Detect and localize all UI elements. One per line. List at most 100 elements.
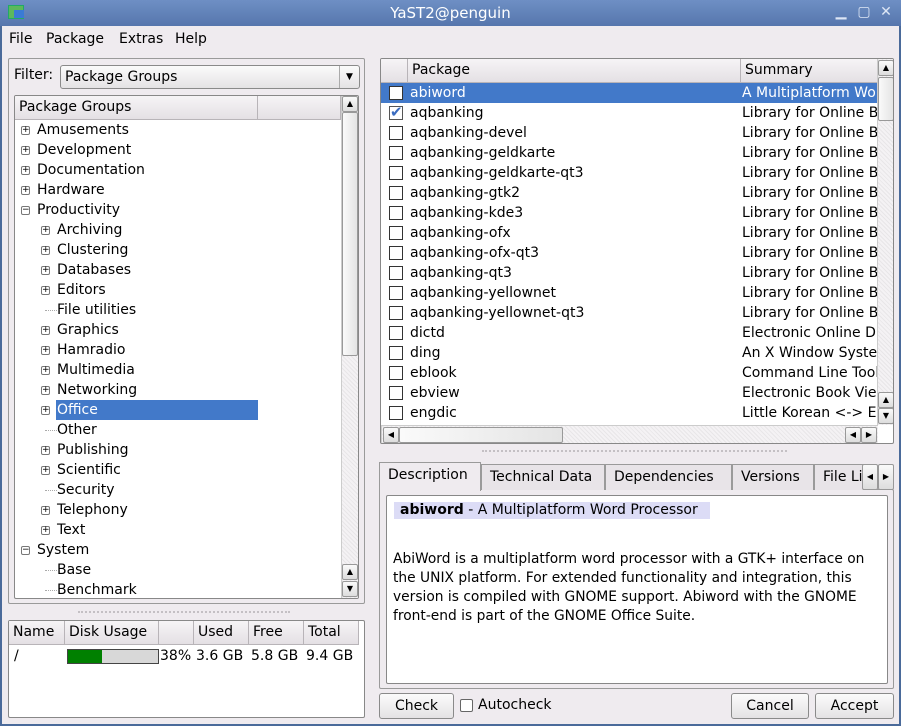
package-checkbox[interactable] <box>389 186 403 200</box>
package-checkbox[interactable] <box>389 206 403 220</box>
package-hscrollbar[interactable]: ◀ ◀ ▶ <box>381 425 878 443</box>
close-icon[interactable]: ✕ <box>878 4 894 20</box>
expand-icon[interactable]: + <box>41 406 50 415</box>
tree-item[interactable]: + Amusements <box>15 120 341 140</box>
expand-icon[interactable]: + <box>41 286 50 295</box>
cancel-button[interactable]: Cancel <box>731 693 809 719</box>
tree-item[interactable]: + Development <box>15 140 341 160</box>
package-row[interactable]: aqbanking-ofx-qt3 Library for Online Bank… <box>381 243 878 263</box>
package-checkbox[interactable] <box>389 286 403 300</box>
disk-col-used[interactable]: Used <box>194 621 249 645</box>
col-summary[interactable]: Summary <box>741 59 878 83</box>
tree-item[interactable]: + Networking <box>15 380 341 400</box>
menu-help[interactable]: Help <box>175 31 207 47</box>
tree-item[interactable]: + Telephony <box>15 500 341 520</box>
disk-col-total[interactable]: Total <box>304 621 359 645</box>
tree-item[interactable]: File utilities <box>15 300 341 320</box>
col-package[interactable]: Package <box>408 59 741 83</box>
tab-dependencies[interactable]: Dependencies <box>605 464 732 490</box>
package-row[interactable]: aqbanking-devel Library for Online Bankin… <box>381 123 878 143</box>
tree-item[interactable]: Base <box>15 560 341 580</box>
tree-item[interactable]: + Multimedia <box>15 360 341 380</box>
tree-item[interactable]: Other <box>15 420 341 440</box>
tree-item[interactable]: Security <box>15 480 341 500</box>
tab-file-list[interactable]: File List <box>814 464 864 490</box>
tree-scrollbar[interactable]: ▲ ▲ ▼ <box>341 96 358 598</box>
tree-item[interactable]: + Office <box>15 400 341 420</box>
check-button[interactable]: Check <box>379 693 454 719</box>
scroll-thumb[interactable] <box>878 77 893 121</box>
package-checkbox[interactable] <box>389 386 403 400</box>
expand-icon[interactable]: + <box>41 446 50 455</box>
disk-col-free[interactable]: Free <box>249 621 304 645</box>
disk-row[interactable]: / 38% 3.6 GB 5.8 GB 9.4 GB <box>9 646 364 666</box>
disk-col-name[interactable]: Name <box>9 621 65 645</box>
tree-item[interactable]: + Archiving <box>15 220 341 240</box>
collapse-icon[interactable]: − <box>21 546 30 555</box>
tab-technical-data[interactable]: Technical Data <box>481 464 605 490</box>
expand-icon[interactable]: + <box>41 366 50 375</box>
scroll-left-icon[interactable]: ◀ <box>383 427 399 443</box>
package-row[interactable]: aqbanking-ofx Library for Online Banking <box>381 223 878 243</box>
package-row[interactable]: aqbanking-geldkarte Library for Online Ba… <box>381 143 878 163</box>
tab-versions[interactable]: Versions <box>732 464 814 490</box>
tree-item[interactable]: + Text <box>15 520 341 540</box>
package-row[interactable]: aqbanking-kde3 Library for Online Banking <box>381 203 878 223</box>
scroll-down-icon[interactable]: ▼ <box>878 408 893 424</box>
expand-icon[interactable]: + <box>41 386 50 395</box>
package-row[interactable]: ding An X Window System <box>381 343 878 363</box>
scroll-left-icon[interactable]: ◀ <box>845 427 861 443</box>
expand-icon[interactable]: + <box>21 166 30 175</box>
scroll-thumb[interactable] <box>342 112 358 356</box>
tree-item[interactable]: + Scientific <box>15 460 341 480</box>
package-checkbox[interactable] <box>389 146 403 160</box>
tab-scroll-left-icon[interactable]: ◀ <box>862 464 878 490</box>
package-row[interactable]: aqbanking-yellownet Library for Online Ba… <box>381 283 878 303</box>
tree-item[interactable]: + Clustering <box>15 240 341 260</box>
collapse-icon[interactable]: − <box>21 206 30 215</box>
package-row[interactable]: aqbanking-gtk2 Library for Online Banking <box>381 183 878 203</box>
tree-item[interactable]: − System <box>15 540 341 560</box>
scroll-up-icon[interactable]: ▲ <box>878 60 893 76</box>
expand-icon[interactable]: + <box>21 146 30 155</box>
package-checkbox[interactable] <box>389 366 403 380</box>
autocheck-label[interactable]: Autocheck <box>478 697 552 713</box>
tree-item[interactable]: + Documentation <box>15 160 341 180</box>
filter-select[interactable]: Package Groups ▼ <box>60 65 360 89</box>
expand-icon[interactable]: + <box>41 266 50 275</box>
package-checkbox[interactable] <box>389 346 403 360</box>
tab-description[interactable]: Description <box>379 462 481 491</box>
expand-icon[interactable]: + <box>41 246 50 255</box>
package-row[interactable]: ✔ aqbanking Library for Online Banking <box>381 103 878 123</box>
menu-file[interactable]: File <box>9 31 32 47</box>
scroll-right-icon[interactable]: ▶ <box>861 427 877 443</box>
package-checkbox[interactable] <box>389 406 403 420</box>
expand-icon[interactable]: + <box>41 526 50 535</box>
expand-icon[interactable]: + <box>41 466 50 475</box>
autocheck-checkbox[interactable] <box>460 699 473 712</box>
package-checkbox[interactable] <box>389 266 403 280</box>
tab-scroll-right-icon[interactable]: ▶ <box>878 464 894 490</box>
tree-item[interactable]: + Publishing <box>15 440 341 460</box>
package-row[interactable]: aqbanking-qt3 Library for Online Banking <box>381 263 878 283</box>
expand-icon[interactable]: + <box>41 326 50 335</box>
package-checkbox[interactable] <box>389 226 403 240</box>
package-checkbox[interactable] <box>389 166 403 180</box>
package-row[interactable]: abiword A Multiplatform Word Processor <box>381 83 878 103</box>
menu-package[interactable]: Package <box>46 31 104 47</box>
tree-item[interactable]: + Editors <box>15 280 341 300</box>
expand-icon[interactable]: + <box>41 346 50 355</box>
tree-header[interactable]: Package Groups <box>15 96 258 120</box>
tree-item[interactable]: − Productivity <box>15 200 341 220</box>
scroll-up-icon[interactable]: ▲ <box>342 96 358 112</box>
menu-extras[interactable]: Extras <box>119 31 163 47</box>
package-checkbox[interactable] <box>389 326 403 340</box>
tree-item[interactable]: + Databases <box>15 260 341 280</box>
tree-item[interactable]: Benchmark <box>15 580 341 598</box>
tree-item[interactable]: + Hamradio <box>15 340 341 360</box>
tree-item[interactable]: + Hardware <box>15 180 341 200</box>
package-checkbox[interactable] <box>389 246 403 260</box>
scroll-thumb[interactable] <box>399 427 563 443</box>
disk-col-percent[interactable] <box>159 621 194 645</box>
package-checkbox[interactable] <box>389 86 403 100</box>
